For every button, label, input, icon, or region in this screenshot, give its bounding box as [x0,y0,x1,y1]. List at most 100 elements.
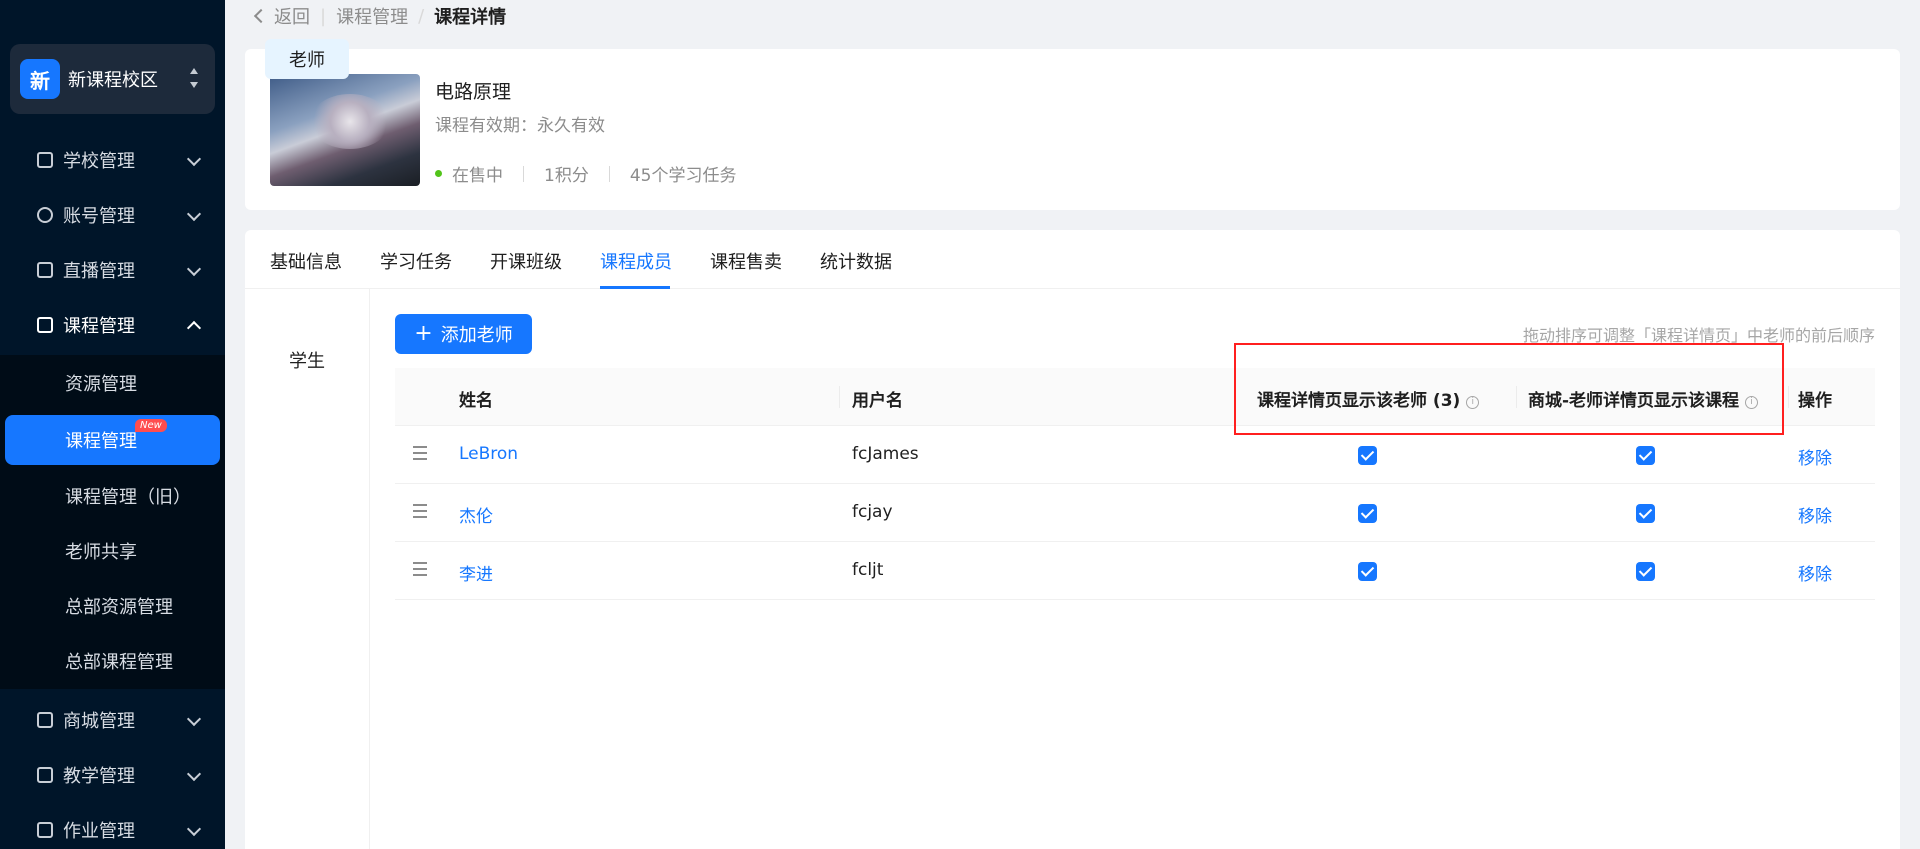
header-divider [839,386,840,408]
tab-course-members[interactable]: 课程成员 [600,248,672,274]
submenu-item-label: 总部课程管理 [65,651,173,673]
remove-link[interactable]: 移除 [1798,502,1832,527]
submenu-item-teacher-share[interactable]: 老师共享 [0,523,225,578]
chevron-down-icon [186,821,202,837]
show-in-mall-checkbox[interactable] [1636,446,1655,465]
add-teacher-button[interactable]: + 添加老师 [395,314,532,354]
course-summary-card: 电路原理 课程有效期：永久有效 在售中 1积分 45个学习任务 [245,49,1900,210]
campus-logo: 新 [20,59,60,99]
table-row[interactable]: 杰伦 fcjay 移除 [395,484,1875,542]
chevron-down-icon [186,206,202,222]
clipboard-icon [37,821,53,838]
submenu-item-label: 资源管理 [65,373,137,395]
status-dot-icon [435,170,442,177]
course-submenu: 资源管理 课程管理 New 课程管理（旧） 老师共享 总部资源管理 总部课程管理 [0,355,225,689]
header-action: 操作 [1798,391,1832,411]
switch-arrows-icon [189,68,199,88]
tab-bar: 基础信息 学习任务 开课班级 课程成员 课程售卖 统计数据 [245,230,1900,289]
back-arrow-icon[interactable] [253,8,269,24]
course-status: 在售中 [452,166,503,186]
menu-item-label: 教学管理 [63,765,135,787]
table-row[interactable]: 李进 fcljt 移除 [395,542,1875,600]
plus-icon: + [414,321,433,346]
sidebar: 新 新课程校区 学校管理 账号管理 直播管理 课程管理 资源管理 课程管理 Ne… [0,0,225,849]
chevron-down-icon [186,711,202,727]
remove-link[interactable]: 移除 [1798,560,1832,585]
notebook-icon [37,766,53,783]
show-in-mall-checkbox[interactable] [1636,504,1655,523]
submenu-item-label: 课程管理（旧） [65,486,191,508]
menu-item-account[interactable]: 账号管理 [0,187,225,242]
school-icon [37,151,53,168]
chevron-down-icon [186,151,202,167]
menu-item-school[interactable]: 学校管理 [0,132,225,187]
tab-course-sales[interactable]: 课程售卖 [710,248,782,274]
menu-item-live[interactable]: 直播管理 [0,242,225,297]
remove-link[interactable]: 移除 [1798,444,1832,469]
user-icon [37,206,53,223]
campus-switcher[interactable]: 新 新课程校区 [10,44,215,114]
header-username: 用户名 [852,391,903,411]
drag-handle-icon[interactable] [413,446,427,460]
tab-active-indicator [600,286,670,289]
tv-icon [37,261,53,278]
show-on-detail-checkbox[interactable] [1358,562,1377,581]
teacher-username: fcJames [852,444,919,464]
submenu-item-hq-resources[interactable]: 总部资源管理 [0,578,225,633]
campus-name: 新课程校区 [68,70,158,91]
submenu-item-label: 老师共享 [65,541,137,563]
menu-item-label: 商城管理 [63,710,135,732]
role-student[interactable]: 学生 [265,340,349,380]
teacher-username: fcljt [852,560,884,580]
menu-item-course[interactable]: 课程管理 [0,297,225,352]
submenu-item-hq-courses[interactable]: 总部课程管理 [0,633,225,688]
add-teacher-label: 添加老师 [440,325,513,346]
menu-item-homework[interactable]: 作业管理 [0,802,225,849]
submenu-item-resources[interactable]: 资源管理 [0,355,225,410]
course-meta: 在售中 1积分 45个学习任务 [435,161,736,186]
chevron-down-icon [186,766,202,782]
menu-item-mall[interactable]: 商城管理 [0,692,225,747]
meta-divider [523,165,524,182]
teacher-name-link[interactable]: 杰伦 [459,502,493,527]
back-link[interactable]: 返回 [274,3,310,29]
tab-classes[interactable]: 开课班级 [490,248,562,274]
course-cover-image [270,74,420,186]
course-tasks: 45个学习任务 [629,166,737,186]
header-name: 姓名 [459,391,493,411]
teacher-name-link[interactable]: LeBron [459,444,518,464]
drag-handle-icon[interactable] [413,504,427,518]
menu-item-label: 直播管理 [63,260,135,282]
tab-basic-info[interactable]: 基础信息 [270,248,342,274]
course-validity: 课程有效期：永久有效 [435,116,605,136]
breadcrumb-current: 课程详情 [434,7,507,28]
breadcrumb-parent[interactable]: 课程管理 [336,3,408,29]
submenu-item-course-old[interactable]: 课程管理（旧） [0,468,225,523]
book-icon [37,316,53,333]
role-teacher[interactable]: 老师 [265,39,349,79]
submenu-item-label: 总部资源管理 [65,596,173,618]
drag-handle-icon[interactable] [413,562,427,576]
submenu-item-course-new[interactable]: 课程管理 New [5,415,220,465]
breadcrumb-separator: / [418,5,425,27]
tab-learning-tasks[interactable]: 学习任务 [380,248,452,274]
menu-item-label: 课程管理 [63,315,135,337]
annotation-highlight-box [1234,343,1784,435]
course-points: 1积分 [544,166,589,186]
menu-item-teaching[interactable]: 教学管理 [0,747,225,802]
teacher-username: fcjay [852,502,893,522]
menu-item-label: 账号管理 [63,205,135,227]
show-in-mall-checkbox[interactable] [1636,562,1655,581]
chevron-up-icon [186,320,202,336]
menu-item-label: 学校管理 [63,150,135,172]
role-switcher: 老师 学生 [245,39,370,849]
tab-statistics[interactable]: 统计数据 [820,248,892,274]
submenu-item-label: 课程管理 [65,431,137,452]
breadcrumb-divider: | [320,5,327,27]
menu-item-label: 作业管理 [63,820,135,842]
role-label: 学生 [289,351,325,372]
teacher-name-link[interactable]: 李进 [459,560,493,585]
show-on-detail-checkbox[interactable] [1358,446,1377,465]
show-on-detail-checkbox[interactable] [1358,504,1377,523]
course-detail-panel: 基础信息 学习任务 开课班级 课程成员 课程售卖 统计数据 老师 学生 + 添加… [245,39,1900,849]
